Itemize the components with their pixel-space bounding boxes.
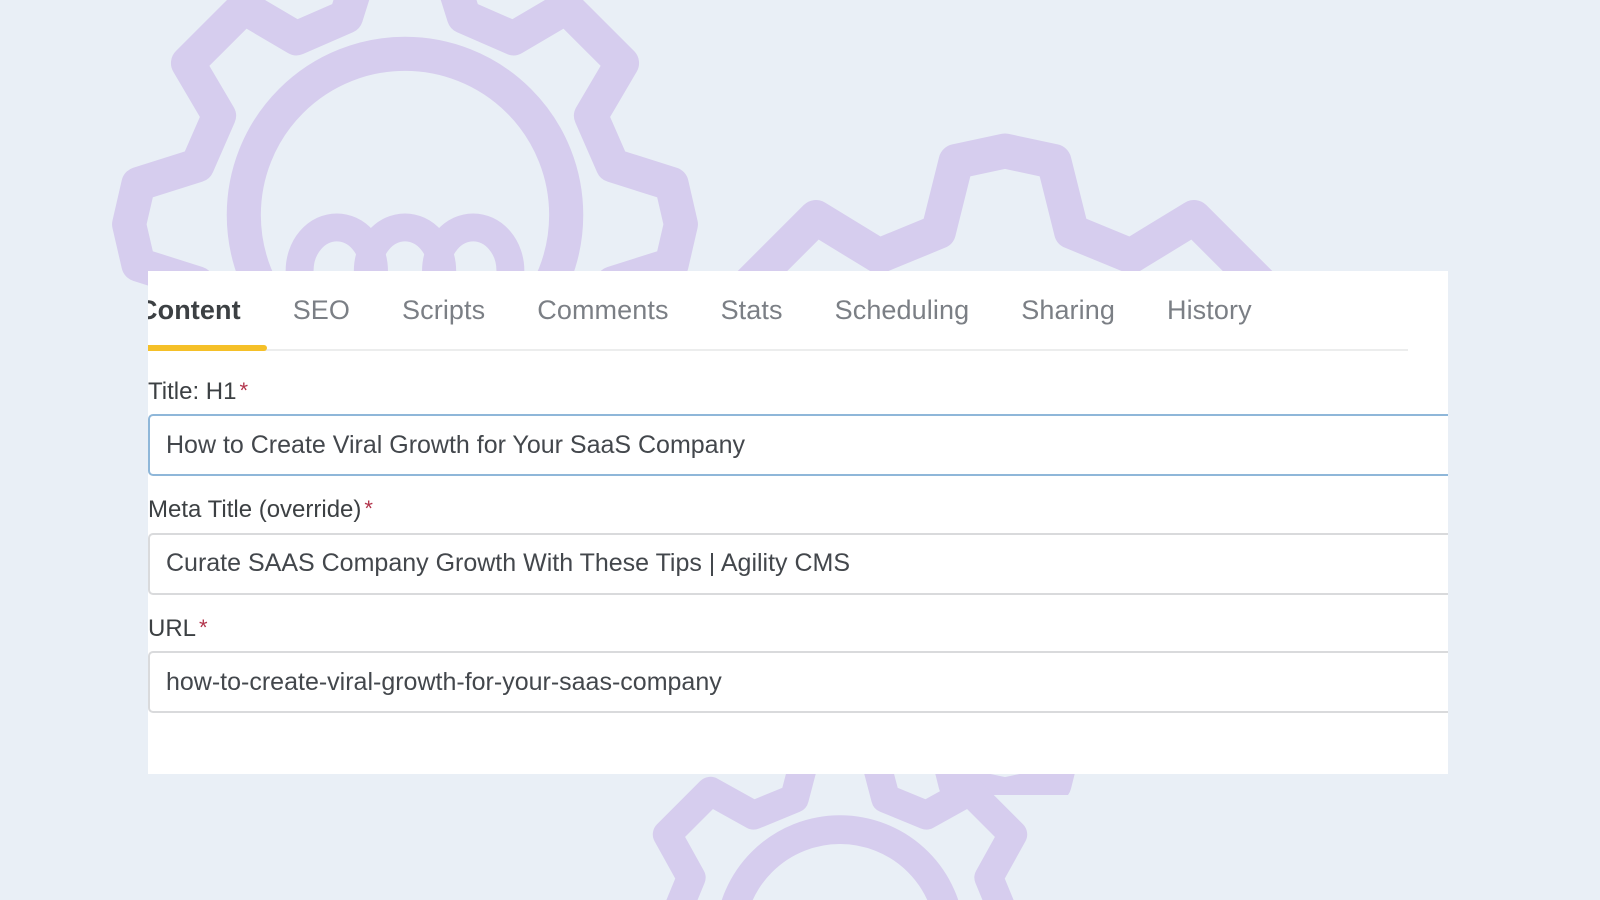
meta-title-input[interactable]	[148, 532, 1448, 595]
tab-label: SEO	[292, 294, 351, 325]
field-label-text: URL	[148, 614, 197, 642]
required-asterisk: *	[239, 378, 249, 403]
tab-label: Comments	[537, 294, 669, 325]
tab-comments[interactable]: Comments	[511, 271, 694, 349]
content-form: Title: H1* Meta Title (override)* URL*	[148, 351, 1448, 714]
url-input[interactable]	[148, 651, 1448, 714]
tab-label: Sharing	[1021, 294, 1115, 325]
field-label: URL *	[148, 614, 1408, 642]
tab-history[interactable]: History	[1141, 271, 1278, 349]
tab-label: Scheduling	[834, 294, 970, 325]
tab-label: History	[1166, 294, 1252, 325]
tab-content[interactable]: Content	[148, 271, 267, 351]
tab-seo[interactable]: SEO	[267, 271, 376, 349]
title-h1-input[interactable]	[148, 414, 1448, 477]
field-label-text: Meta Title (override)	[148, 496, 362, 524]
field-meta-title: Meta Title (override) *	[148, 497, 1448, 595]
input-wrapper	[148, 651, 1448, 714]
editor-tab-bar: Content SEO Scripts Comments Stats Sched…	[148, 271, 1408, 351]
tab-sharing[interactable]: Sharing	[995, 271, 1141, 349]
input-wrapper	[148, 532, 1448, 595]
content-editor-card: Content SEO Scripts Comments Stats Sched…	[148, 271, 1448, 774]
tab-label: Content	[148, 294, 241, 325]
field-url: URL *	[148, 614, 1448, 714]
tab-list: Content SEO Scripts Comments Stats Sched…	[148, 271, 1408, 351]
input-wrapper	[148, 414, 1448, 477]
required-asterisk: *	[199, 614, 208, 640]
tab-label: Scripts	[402, 294, 486, 325]
field-title-h1: Title: H1 *	[148, 378, 1448, 477]
tab-scripts[interactable]: Scripts	[376, 271, 511, 349]
field-label-text: Title: H1	[148, 378, 237, 405]
tab-scheduling[interactable]: Scheduling	[809, 271, 996, 349]
field-label: Meta Title (override) *	[148, 497, 1408, 523]
tab-stats[interactable]: Stats	[695, 271, 809, 349]
field-label: Title: H1 *	[148, 378, 1408, 405]
required-asterisk: *	[364, 496, 373, 522]
tab-label: Stats	[720, 294, 783, 325]
